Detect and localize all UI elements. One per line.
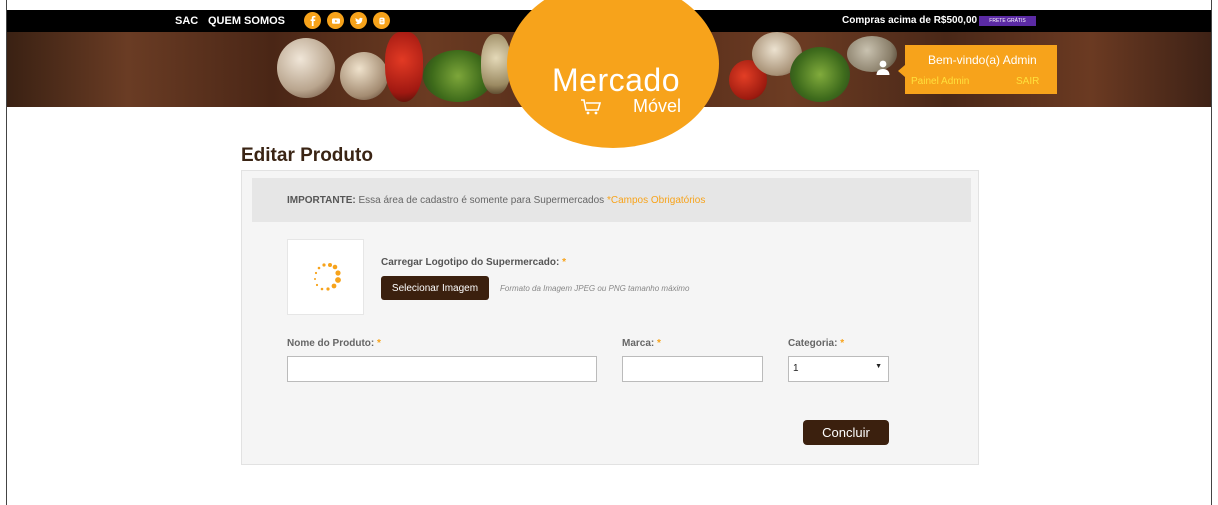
category-label: Categoria: * (788, 338, 844, 349)
required-star: * (374, 338, 381, 349)
quem-somos-link[interactable]: QUEM SOMOS (208, 15, 285, 27)
loading-spinner-icon (314, 263, 341, 291)
brand-input[interactable] (622, 356, 763, 382)
upload-logo-label-text: Carregar Logotipo do Supermercado: (381, 257, 560, 268)
required-star: * (837, 338, 845, 349)
notice-text: IMPORTANTE: Essa área de cadastro é some… (287, 195, 705, 206)
user-icon (876, 60, 890, 80)
twitter-icon[interactable] (350, 12, 367, 29)
sac-link[interactable]: SAC (175, 15, 198, 27)
select-image-button[interactable]: Selecionar Imagem (381, 276, 489, 300)
product-name-label-text: Nome do Produto: (287, 338, 375, 349)
upload-logo-label: Carregar Logotipo do Supermercado: * (381, 257, 566, 268)
facebook-icon[interactable] (304, 12, 321, 29)
required-star: * (654, 338, 661, 349)
submit-button[interactable]: Concluir (803, 420, 889, 445)
brand-label: Marca: * (622, 338, 661, 349)
logo-title[interactable]: Mercado (536, 62, 696, 99)
youtube-icon[interactable] (327, 12, 344, 29)
category-label-text: Categoria: (788, 338, 838, 349)
admin-panel-link[interactable]: Painel Admin (911, 76, 969, 87)
category-select[interactable]: 1 ▼ (788, 356, 889, 382)
required-fields-note: *Campos Obrigatórios (606, 195, 706, 206)
logo-preview (287, 239, 364, 315)
brand-label-text: Marca: (622, 338, 655, 349)
free-shipping-promo: Compras acima de R$500,00 (842, 15, 978, 26)
page-border-right (1211, 0, 1212, 505)
free-shipping-badge: FRETE GRÁTIS (979, 16, 1036, 26)
page-title: Editar Produto (241, 145, 373, 166)
category-selected-value: 1 (793, 363, 799, 374)
logo-subtitle: Móvel (632, 96, 681, 116)
notice-label: IMPORTANTE: (287, 195, 356, 206)
form-panel: IMPORTANTE: Essa área de cadastro é some… (241, 170, 979, 465)
welcome-box: Bem-vindo(a) Admin Painel Admin SAIR (898, 45, 1057, 94)
notice-body: Essa área de cadastro é somente para Sup… (355, 195, 607, 206)
upload-hint: Formato da Imagem JPEG ou PNG tamanho má… (500, 284, 690, 293)
chevron-down-icon: ▼ (875, 363, 882, 370)
welcome-text: Bem-vindo(a) Admin (928, 53, 1037, 67)
product-name-label: Nome do Produto: * (287, 338, 381, 349)
product-name-input[interactable] (287, 356, 597, 382)
logout-link[interactable]: SAIR (1016, 76, 1039, 87)
notice-banner: IMPORTANTE: Essa área de cadastro é some… (252, 178, 971, 222)
blogger-icon[interactable] (373, 12, 390, 29)
required-star: * (559, 257, 567, 268)
